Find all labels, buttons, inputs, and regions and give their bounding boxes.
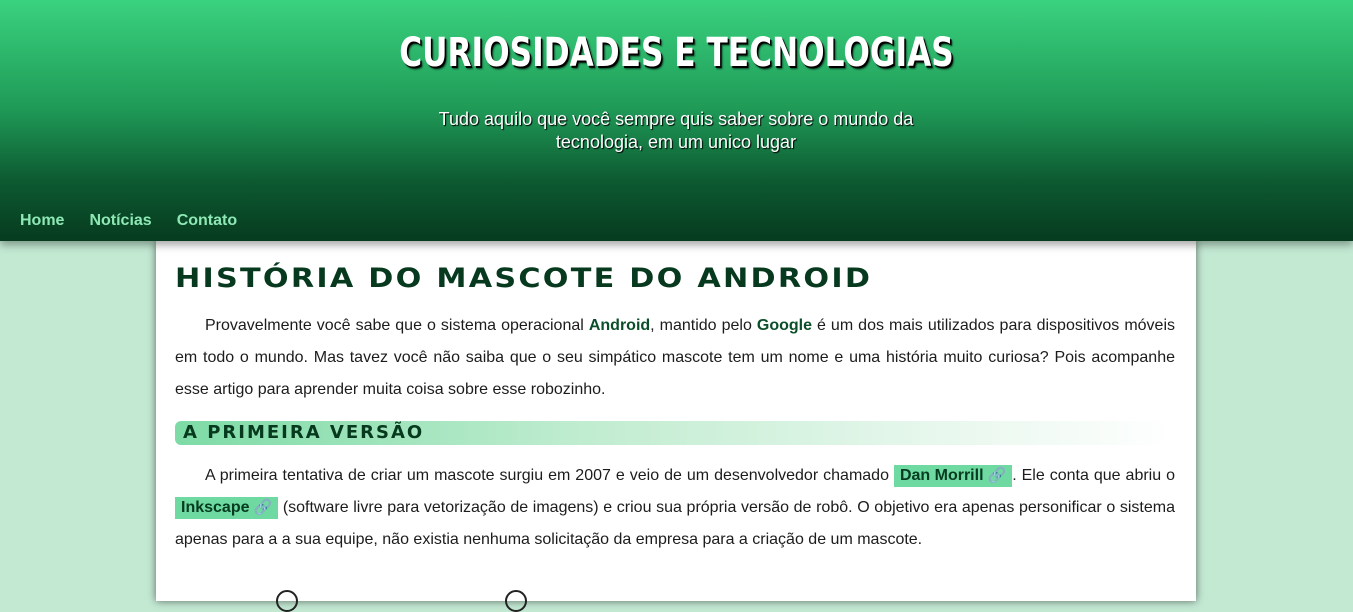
site-title: CURIOSIDADES E TECNOLOGIAS <box>399 30 954 76</box>
link-inkscape-label: Inkscape <box>181 499 250 516</box>
intro-text-2: , mantido pelo <box>650 317 757 334</box>
article-container: História do mascote do Android Provavelm… <box>156 241 1196 612</box>
section1-paragraph: A primeira tentativa de criar um mascote… <box>175 460 1175 556</box>
link-dan-morrill[interactable]: Dan Morrill 🔗 <box>893 465 1013 487</box>
link-inkscape[interactable]: Inkscape 🔗 <box>175 497 279 519</box>
article-title: História do mascote do Android <box>175 263 873 294</box>
link-icon: 🔗 <box>253 499 273 516</box>
section-heading-primeira-versao: A primeira versão <box>175 421 1175 445</box>
nav-link-noticias[interactable]: Notícias <box>89 212 151 230</box>
circle-icon <box>276 590 298 612</box>
link-dan-morrill-label: Dan Morrill <box>899 467 984 484</box>
main-nav: Home Notícias Contato <box>20 212 262 230</box>
term-google: Google <box>756 317 812 334</box>
section1-text-1: A primeira tentativa de criar um mascote… <box>205 467 894 484</box>
term-android: Android <box>588 317 651 334</box>
nav-link-home[interactable]: Home <box>20 212 64 230</box>
circle-icon <box>505 590 527 612</box>
intro-text-1: Provavelmente você sabe que o sistema op… <box>205 317 589 334</box>
section1-text-3: (software livre para vetorização de imag… <box>175 499 1175 548</box>
nav-link-contato[interactable]: Contato <box>177 212 237 230</box>
site-subtitle: Tudo aquilo que você sempre quis saber s… <box>438 109 914 152</box>
section1-text-2: . Ele conta que abriu o <box>1012 467 1175 484</box>
intro-paragraph: Provavelmente você sabe que o sistema op… <box>175 310 1175 406</box>
link-icon: 🔗 <box>987 467 1007 484</box>
site-header: CURIOSIDADES E TECNOLOGIAS Tudo aquilo q… <box>0 0 1353 241</box>
